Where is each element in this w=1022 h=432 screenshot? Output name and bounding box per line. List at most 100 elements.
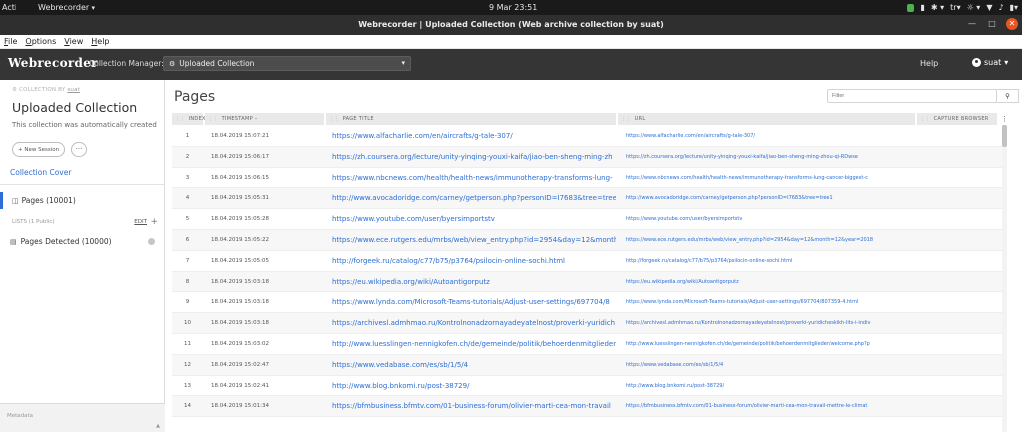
cell-url-link[interactable]: http://forgeek.ru/catalog/c77/b75/p3764/… [626, 251, 916, 271]
cell-timestamp: 18.04.2019 15:03:18 [211, 299, 269, 306]
cell-url-link[interactable]: http://www.avocadoridge.com/carney/getpe… [626, 188, 916, 208]
table-row[interactable]: 4 18.04.2019 15:05:31 http://www.avocadori… [172, 188, 1002, 210]
table-row[interactable]: 14 18.04.2019 15:01:34 https://bfmbusiness… [172, 396, 1002, 418]
drag-handle-icon[interactable]: ⋮⋮ [621, 116, 632, 122]
column-header-url[interactable]: ⋮⋮ URL [618, 113, 915, 125]
cell-timestamp: 18.04.2019 15:06:17 [211, 153, 269, 160]
cell-page-title-link[interactable]: https://eu.wikipedia.org/wiki/Autoantigo… [332, 272, 616, 292]
table-row[interactable]: 6 18.04.2019 15:05:22 https://www.ece.rutg… [172, 230, 1002, 251]
sidebar-item-pages-detected[interactable]: ▤ Pages Detected (10000) [10, 237, 155, 246]
cell-page-title-link[interactable]: https://zh.coursera.org/lecture/unity-yi… [332, 147, 616, 167]
new-session-button[interactable]: + New Session [12, 142, 66, 157]
folder-icon[interactable]: ▮ [920, 2, 924, 13]
close-icon[interactable]: ✕ [1006, 18, 1018, 30]
cell-timestamp: 18.04.2019 15:05:22 [211, 237, 269, 243]
cell-url-link[interactable]: https://www.youtube.com/user/byersimport… [626, 209, 916, 229]
network-icon[interactable]: ▼ [986, 2, 992, 13]
chevron-up-icon[interactable]: ▲ [156, 423, 160, 429]
column-header-timestamp[interactable]: ⋮⋮ TIMESTAMP – [205, 113, 324, 125]
cell-url-link[interactable]: https://www.alfacharlie.com/en/aircrafts… [626, 126, 916, 146]
table-row[interactable]: 1 18.04.2019 15:07:21 https://www.alfachar… [172, 126, 1002, 147]
collection-cover-link[interactable]: Collection Cover [10, 168, 71, 177]
metadata-panel[interactable]: Metadata ▲ [0, 403, 165, 432]
table-row[interactable]: 10 18.04.2019 15:03:18 https://archivesl.a… [172, 313, 1002, 334]
drag-handle-icon[interactable]: ⋮⋮ [329, 116, 340, 122]
edit-lists-button[interactable]: EDIT [134, 219, 147, 225]
shield-icon[interactable] [907, 3, 915, 12]
cell-page-title-link[interactable]: https://www.youtube.com/user/byersimport… [332, 209, 616, 229]
add-list-button[interactable]: + [150, 217, 158, 227]
search-button[interactable]: ⚲ [997, 89, 1019, 103]
cell-url-link[interactable]: https://www.vedabase.com/es/sb/1/5/4 [626, 355, 916, 375]
brightness-icon[interactable]: ☼ ▾ [967, 2, 981, 13]
column-header-capture-browser[interactable]: ⋮⋮ CAPTURE BROWSER [917, 113, 997, 125]
scrollbar[interactable] [1002, 125, 1007, 432]
collection-selector[interactable]: ⚙ Uploaded Collection ▾ [163, 56, 411, 71]
clock[interactable]: 9 Mar 23:51 [489, 2, 537, 13]
cell-page-title-link[interactable]: http://www.luesslingen-nennigkofen.ch/de… [332, 334, 616, 354]
drag-handle-icon[interactable]: ⋮⋮ [175, 116, 186, 122]
cell-page-title-link[interactable]: https://bfmbusiness.bfmtv.com/01-busines… [332, 396, 616, 416]
table-row[interactable]: 8 18.04.2019 15:03:18 https://eu.wikipedia… [172, 271, 1002, 293]
cell-page-title-link[interactable]: http://forgeek.ru/catalog/c77/b75/p3764/… [332, 251, 616, 271]
cell-url-link[interactable]: http://www.luesslingen-nennigkofen.ch/de… [626, 334, 916, 354]
cell-url-link[interactable]: https://www.lynda.com/Microsoft-Teams-tu… [626, 292, 916, 312]
table-row[interactable]: 12 18.04.2019 15:02:47 https://www.vedabas… [172, 354, 1002, 376]
accessibility-icon[interactable]: ✱ ▾ [931, 2, 944, 13]
cell-page-title-link[interactable]: https://www.ece.rutgers.edu/mrbs/web/vie… [332, 230, 616, 250]
sidebar: ⚙ COLLECTION BY suat Uploaded Collection… [0, 80, 165, 432]
window-title: Webrecorder | Uploaded Collection (Web a… [358, 20, 664, 29]
table-row[interactable]: 3 18.04.2019 15:06:15 https://www.nbcnews.… [172, 168, 1002, 189]
sidebar-item-label: Pages (10001) [21, 196, 76, 205]
cell-url-link[interactable]: https://archivesl.admhmao.ru/Kontrolnona… [626, 313, 916, 333]
activities-button[interactable]: Activities [2, 3, 16, 12]
app-menu[interactable]: Webrecorder [38, 3, 95, 12]
menu-file[interactable]: File [4, 37, 17, 46]
menu-options[interactable]: Options [25, 37, 56, 46]
table-row[interactable]: 11 18.04.2019 15:03:02 http://www.luesslin… [172, 334, 1002, 355]
column-header-index[interactable]: ⋮⋮ INDEX [172, 113, 205, 125]
cell-url-link[interactable]: https://www.nbcnews.com/health/health-ne… [626, 168, 916, 188]
collection-icon: ⚙ [12, 87, 18, 93]
drag-handle-icon[interactable]: ⋮⋮ [920, 116, 931, 122]
table-row[interactable]: 13 18.04.2019 15:02:41 http://www.blog.bnk… [172, 376, 1002, 397]
cell-url-link[interactable]: https://eu.wikipedia.org/wiki/Autoantigo… [626, 272, 916, 292]
cell-page-title-link[interactable]: https://archivesl.admhmao.ru/Kontrolnona… [332, 313, 616, 333]
cell-url-link[interactable]: https://zh.coursera.org/lecture/unity-yi… [626, 147, 916, 167]
visibility-dot-icon[interactable] [148, 238, 155, 245]
column-header-page-title[interactable]: ⋮⋮ PAGE TITLE [326, 113, 616, 125]
cell-page-title-link[interactable]: https://www.vedabase.com/es/sb/1/5/4 [332, 355, 616, 375]
filter-input[interactable] [827, 89, 997, 103]
table-row[interactable]: 7 18.04.2019 15:05:05 http://forgeek.ru/ca… [172, 251, 1002, 272]
user-menu[interactable]: suat ▾ [972, 58, 1008, 67]
menu-view[interactable]: View [64, 37, 83, 46]
scrollbar-thumb[interactable] [1002, 125, 1007, 147]
column-options-icon[interactable]: ⋮ [1001, 113, 1009, 125]
table-row[interactable]: 2 18.04.2019 15:06:17 https://zh.coursera.… [172, 146, 1002, 168]
collection-owner-link[interactable]: suat [67, 87, 80, 93]
volume-icon[interactable]: ♪ [998, 2, 1003, 13]
sidebar-item-pages[interactable]: ◫ Pages (10001) [0, 192, 165, 209]
cell-url-link[interactable]: https://bfmbusiness.bfmtv.com/01-busines… [626, 396, 916, 416]
cell-page-title-link[interactable]: https://www.alfacharlie.com/en/aircrafts… [332, 126, 616, 146]
drag-handle-icon[interactable]: ⋮⋮ [208, 116, 219, 122]
maximize-icon[interactable]: □ [986, 18, 998, 30]
cell-url-link[interactable]: http://www.blog.bnkomi.ru/post-38729/ [626, 376, 916, 396]
cell-page-title-link[interactable]: http://www.avocadoridge.com/carney/getpe… [332, 188, 616, 208]
menu-help[interactable]: Help [91, 37, 109, 46]
app-navbar: Webrecorder Collection Manager: ⚙ Upload… [0, 49, 1022, 80]
collection-title: Uploaded Collection [12, 100, 138, 115]
cell-page-title-link[interactable]: http://www.blog.bnkomi.ru/post-38729/ [332, 376, 616, 396]
cell-timestamp: 18.04.2019 15:07:21 [211, 133, 269, 139]
table-row[interactable]: 5 18.04.2019 15:05:28 https://www.youtube.… [172, 209, 1002, 230]
keyboard-layout[interactable]: tr ▾ [950, 2, 960, 13]
help-link[interactable]: Help [920, 59, 938, 68]
cell-url-link[interactable]: https://www.ece.rutgers.edu/mrbs/web/vie… [626, 230, 916, 250]
cell-page-title-link[interactable]: https://www.nbcnews.com/health/health-ne… [332, 168, 616, 188]
more-options-button[interactable]: ··· [71, 142, 87, 157]
table-row[interactable]: 9 18.04.2019 15:03:18 https://www.lynda.co… [172, 292, 1002, 314]
battery-icon[interactable]: ▮▾ [1010, 2, 1018, 13]
minimize-icon[interactable]: — [966, 18, 978, 30]
brand-logo[interactable]: Webrecorder [8, 56, 98, 70]
cell-page-title-link[interactable]: https://www.lynda.com/Microsoft-Teams-tu… [332, 292, 616, 312]
